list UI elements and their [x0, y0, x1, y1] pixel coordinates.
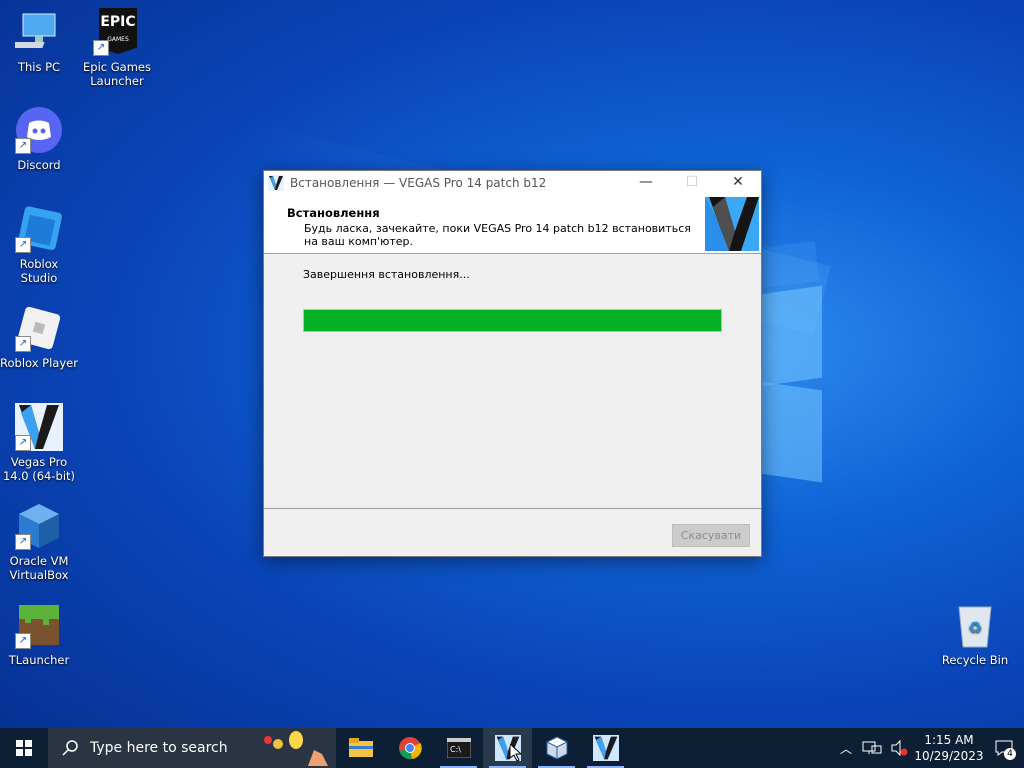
title-bar[interactable]: Встановлення — VEGAS Pro 14 patch b12 — … — [264, 171, 761, 195]
shortcut-arrow-icon: ↗ — [15, 138, 31, 154]
volume-muted-icon[interactable] — [890, 740, 910, 756]
terminal-icon: C:\ — [446, 738, 471, 758]
clock-date: 10/29/2023 — [914, 749, 984, 763]
clock-time: 1:15 AM — [924, 733, 974, 747]
progress-fill — [304, 310, 721, 331]
epic-logo-text: EPIC — [100, 14, 136, 30]
roblox-player-icon: ↗ — [15, 304, 63, 352]
taskbar-terminal[interactable]: C:\ — [434, 728, 483, 768]
shortcut-arrow-icon: ↗ — [15, 435, 31, 451]
desktop-icon-this-pc[interactable]: This PC — [0, 8, 78, 74]
folder-icon — [348, 738, 373, 757]
status-text: Завершення встановлення... — [303, 268, 470, 281]
taskbar: Type here to search C:\ ︿ 1:15 AM 10/29/… — [0, 728, 1024, 768]
desktop-icon-label-line2: 14.0 (64-bit) — [2, 469, 76, 483]
minecraft-block-icon: ↗ — [15, 601, 63, 649]
wizard-header: Встановлення Будь ласка, зачекайте, поки… — [264, 195, 761, 254]
taskbar-vegas-pro[interactable] — [581, 728, 630, 768]
windows-logo-icon — [16, 740, 32, 756]
minimize-button[interactable]: — — [623, 171, 669, 195]
search-box[interactable]: Type here to search — [48, 728, 336, 768]
desktop-icon-epic-games[interactable]: EPIC GAMES ↗ Epic Games Launcher — [78, 8, 156, 88]
roblox-studio-icon: ↗ — [15, 205, 63, 253]
network-icon[interactable] — [862, 740, 882, 756]
header-title: Встановлення — [287, 206, 380, 220]
search-highlight-icon — [264, 731, 328, 766]
desktop-icon-label: Vegas Pro — [10, 455, 68, 469]
vegas-icon — [592, 735, 619, 761]
desktop-icon-label: Roblox Studio — [19, 257, 59, 285]
cancel-button[interactable]: Скасувати — [672, 524, 750, 547]
wallpaper-logo-pane — [760, 381, 822, 483]
recycle-bin-icon: ♻ — [951, 601, 999, 649]
shortcut-arrow-icon: ↗ — [93, 40, 109, 56]
wallpaper-logo-pane — [760, 285, 822, 387]
shortcut-arrow-icon: ↗ — [15, 336, 31, 352]
desktop-icon-label: This PC — [17, 60, 61, 74]
search-icon — [62, 740, 78, 756]
chrome-icon — [398, 737, 422, 760]
notification-badge: 4 — [1004, 748, 1016, 760]
virtualbox-icon — [545, 736, 568, 760]
vegas-logo-icon — [705, 197, 759, 251]
desktop-icon-label-line2: Launcher — [90, 74, 144, 88]
virtualbox-icon: ↗ — [15, 502, 63, 550]
shortcut-arrow-icon: ↗ — [15, 534, 31, 550]
desktop-icon-tlauncher[interactable]: ↗ TLauncher — [0, 601, 78, 667]
taskbar-vegas-installer[interactable] — [483, 728, 532, 768]
svg-text:C:\: C:\ — [450, 745, 461, 754]
system-tray: ︿ 1:15 AM 10/29/2023 4 — [834, 728, 1024, 768]
shortcut-arrow-icon: ↗ — [15, 237, 31, 253]
desktop-icon-label: TLauncher — [8, 653, 70, 667]
desktop-icon-roblox-studio[interactable]: ↗ Roblox Studio — [0, 205, 78, 285]
desktop-icon-label: Oracle VM — [9, 554, 69, 568]
desktop-icon-label: Roblox Player — [0, 356, 78, 370]
mouse-cursor-icon — [510, 744, 522, 762]
taskbar-virtualbox[interactable] — [532, 728, 581, 768]
desktop-icon-vegas-pro[interactable]: ↗ Vegas Pro 14.0 (64-bit) — [0, 403, 78, 483]
taskbar-chrome[interactable] — [385, 728, 434, 768]
install-progress-bar — [303, 309, 722, 332]
chevron-up-icon[interactable]: ︿ — [834, 740, 858, 757]
computer-icon — [10, 8, 63, 56]
installer-window: Встановлення — VEGAS Pro 14 patch b12 — … — [263, 170, 762, 557]
maximize-button[interactable]: ☐ — [669, 171, 715, 195]
desktop-icon-roblox-player[interactable]: ↗ Roblox Player — [0, 304, 78, 370]
action-center-button[interactable]: 4 — [984, 728, 1024, 768]
shortcut-arrow-icon: ↗ — [15, 633, 31, 649]
taskbar-file-explorer[interactable] — [336, 728, 385, 768]
search-placeholder: Type here to search — [90, 740, 228, 756]
vegas-pro-icon: ↗ — [15, 403, 63, 451]
desktop-icon-virtualbox[interactable]: ↗ Oracle VM VirtualBox — [0, 502, 78, 582]
header-subtitle: Будь ласка, зачекайте, поки VEGAS Pro 14… — [304, 222, 691, 248]
vegas-app-icon — [268, 175, 284, 191]
desktop-icon-discord[interactable]: ↗ Discord — [0, 106, 78, 172]
desktop-icon-label: Recycle Bin — [941, 653, 1009, 667]
window-title: Встановлення — VEGAS Pro 14 patch b12 — [290, 176, 547, 190]
epic-games-icon: EPIC GAMES ↗ — [93, 8, 141, 56]
desktop-icon-label: Epic Games — [83, 60, 151, 74]
footer-divider — [264, 508, 761, 509]
desktop-icon-recycle-bin[interactable]: ♻ Recycle Bin — [936, 601, 1014, 667]
desktop-icon-label: Discord — [17, 158, 61, 172]
start-button[interactable] — [0, 728, 48, 768]
close-button[interactable]: ✕ — [715, 171, 761, 195]
clock[interactable]: 1:15 AM 10/29/2023 — [914, 732, 984, 764]
desktop-icon-label-line2: VirtualBox — [9, 568, 69, 582]
svg-text:♻: ♻ — [968, 618, 982, 637]
wizard-body: Завершення встановлення... — [264, 254, 761, 507]
discord-icon: ↗ — [15, 106, 63, 154]
